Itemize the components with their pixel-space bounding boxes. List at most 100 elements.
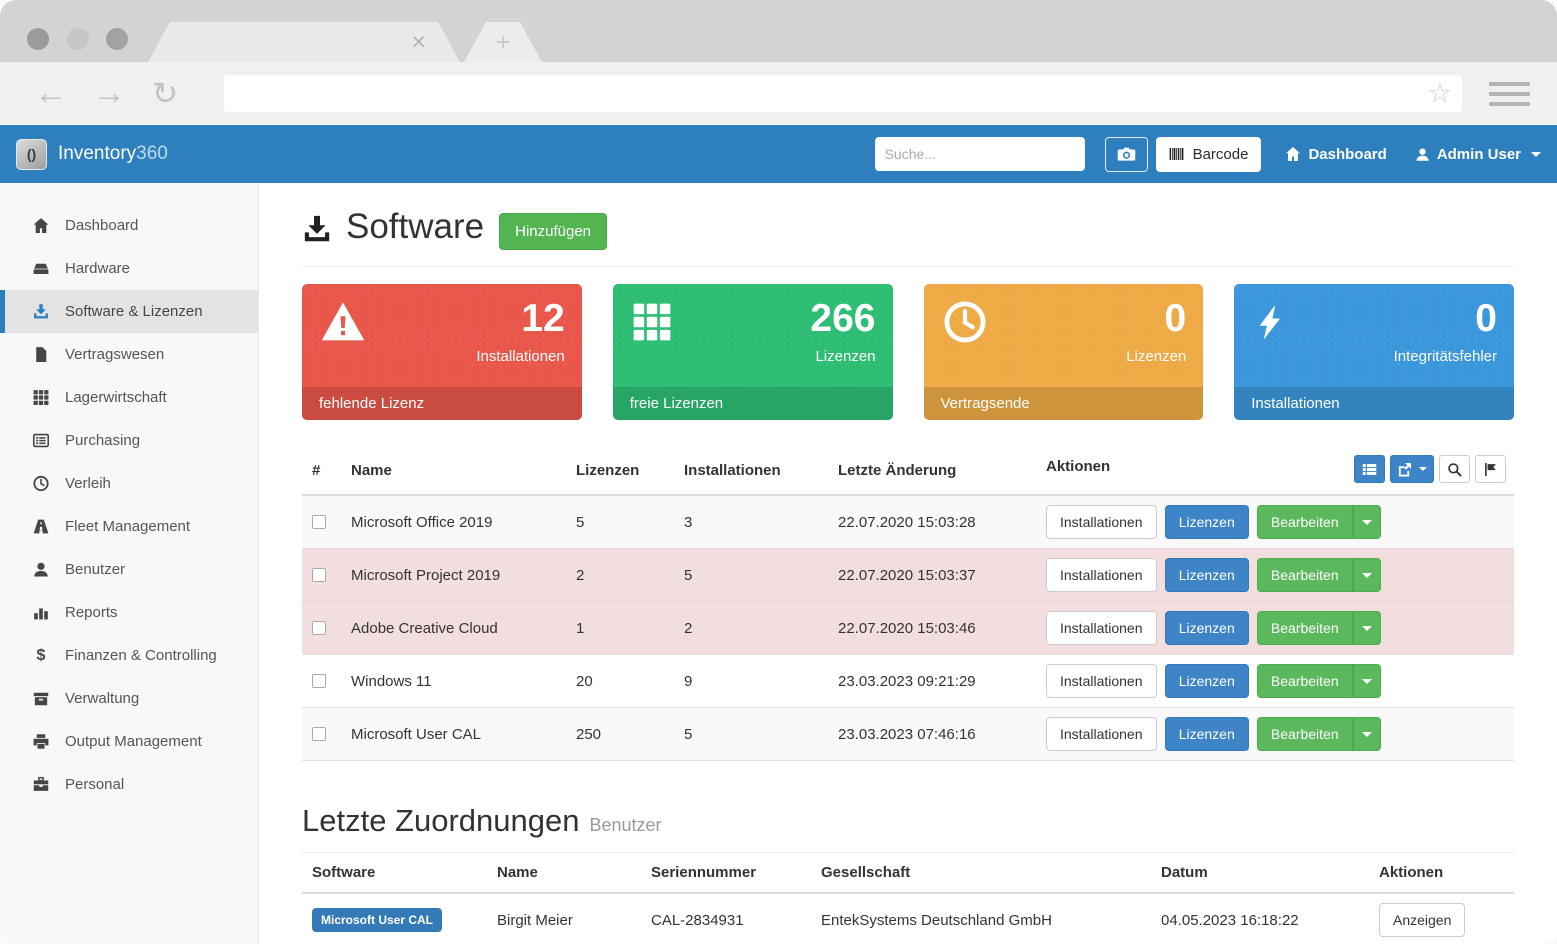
browser-new-tab-button[interactable]: + (464, 22, 542, 62)
bearbeiten-dropdown-toggle[interactable] (1353, 558, 1381, 592)
software-badge[interactable]: Microsoft User CAL (312, 908, 442, 932)
browser-tab-active[interactable]: × (148, 22, 460, 62)
stat-unit: Installationen (319, 348, 565, 365)
browser-menu-icon[interactable] (1489, 82, 1530, 112)
column-header-name[interactable]: Name (487, 853, 641, 893)
window-control-dot[interactable] (67, 28, 89, 50)
installationen-button[interactable]: Installationen (1046, 664, 1157, 698)
column-header-gesellschaft[interactable]: Gesellschaft (811, 853, 1151, 893)
lizenzen-button[interactable]: Lizenzen (1165, 664, 1249, 698)
table-search-button[interactable] (1439, 455, 1470, 483)
lizenzen-button[interactable]: Lizenzen (1165, 611, 1249, 645)
cell-seriennummer: CAL-2834931 (641, 893, 811, 944)
sidebar-item-vertragswesen[interactable]: Vertragswesen (0, 333, 258, 376)
lizenzen-button[interactable]: Lizenzen (1165, 505, 1249, 539)
dashboard-link-label: Dashboard (1308, 146, 1386, 163)
row-checkbox[interactable] (312, 674, 326, 688)
sidebar-item-dashboard[interactable]: Dashboard (0, 204, 258, 247)
reload-icon[interactable]: ↻ (152, 62, 178, 125)
lizenzen-button[interactable]: Lizenzen (1165, 717, 1249, 751)
brand-title[interactable]: Inventory360 (58, 143, 168, 165)
bearbeiten-dropdown-toggle[interactable] (1353, 611, 1381, 645)
stat-card-contract-end[interactable]: 0 Lizenzen Vertragsende (924, 284, 1204, 420)
bearbeiten-dropdown-toggle[interactable] (1353, 717, 1381, 751)
bearbeiten-button[interactable]: Bearbeiten (1257, 505, 1353, 539)
sidebar-item-label: Fleet Management (65, 518, 190, 535)
list-view-button[interactable] (1354, 455, 1385, 483)
clock-icon (942, 299, 988, 345)
window-control-dot[interactable] (106, 28, 128, 50)
bearbeiten-button-group: Bearbeiten (1257, 505, 1381, 539)
bearbeiten-button[interactable]: Bearbeiten (1257, 611, 1353, 645)
sidebar-item-personal[interactable]: Personal (0, 763, 258, 806)
add-software-button[interactable]: Hinzufügen (499, 213, 607, 250)
column-header-installationen[interactable]: Installationen (674, 447, 828, 495)
cell-installationen: 5 (674, 708, 828, 761)
bookmark-star-icon[interactable]: ☆ (1428, 80, 1452, 107)
navbar-dashboard-link[interactable]: Dashboard (1285, 146, 1386, 163)
lizenzen-button[interactable]: Lizenzen (1165, 558, 1249, 592)
url-bar[interactable]: ☆ (224, 75, 1462, 112)
sidebar-item-reports[interactable]: Reports (0, 591, 258, 634)
column-header-aktionen: Aktionen (1369, 853, 1514, 893)
road-icon (32, 518, 50, 535)
file-icon (32, 346, 50, 363)
search-icon (1447, 462, 1462, 477)
sidebar-item-verleih[interactable]: Verleih (0, 462, 258, 505)
column-header-letzte-aenderung[interactable]: Letzte Änderung (828, 447, 1036, 495)
bearbeiten-button[interactable]: Bearbeiten (1257, 664, 1353, 698)
sidebar-item-purchasing[interactable]: Purchasing (0, 419, 258, 462)
export-icon (1397, 462, 1412, 477)
table-row: Microsoft Office 2019 5 3 22.07.2020 15:… (302, 495, 1514, 549)
column-header-seriennummer[interactable]: Seriennummer (641, 853, 811, 893)
column-header-hash[interactable]: # (302, 447, 341, 495)
tab-close-icon[interactable]: × (411, 30, 426, 55)
table-toolbar (1354, 455, 1506, 483)
row-checkbox[interactable] (312, 621, 326, 635)
app-logo[interactable]: () (16, 139, 47, 170)
column-header-lizenzen[interactable]: Lizenzen (566, 447, 674, 495)
bearbeiten-button[interactable]: Bearbeiten (1257, 717, 1353, 751)
bearbeiten-dropdown-toggle[interactable] (1353, 664, 1381, 698)
bar-chart-icon (32, 604, 50, 621)
sidebar-item-software-lizenzen[interactable]: Software & Lizenzen (0, 290, 258, 333)
row-checkbox[interactable] (312, 568, 326, 582)
stat-card-integrity-errors[interactable]: 0 Integritätsfehler Installationen (1234, 284, 1514, 420)
anzeigen-button[interactable]: Anzeigen (1379, 903, 1465, 937)
sidebar-item-hardware[interactable]: Hardware (0, 247, 258, 290)
installationen-button[interactable]: Installationen (1046, 611, 1157, 645)
installationen-button[interactable]: Installationen (1046, 558, 1157, 592)
search-input[interactable] (875, 137, 1085, 171)
column-header-datum[interactable]: Datum (1151, 853, 1369, 893)
window-control-dot[interactable] (27, 28, 49, 50)
row-checkbox[interactable] (312, 727, 326, 741)
brand-name: Inventory (58, 143, 136, 164)
bearbeiten-dropdown-toggle[interactable] (1353, 505, 1381, 539)
sidebar-item-finanzen-controlling[interactable]: $Finanzen & Controlling (0, 634, 258, 677)
camera-scan-button[interactable] (1105, 137, 1148, 172)
sidebar-item-output-management[interactable]: Output Management (0, 720, 258, 763)
table-row: Microsoft Project 2019 2 5 22.07.2020 15… (302, 549, 1514, 602)
stat-card-missing-license[interactable]: 12 Installationen fehlende Lizenz (302, 284, 582, 420)
flag-button[interactable] (1475, 455, 1506, 483)
column-header-name[interactable]: Name (341, 447, 566, 495)
sidebar-item-verwaltung[interactable]: Verwaltung (0, 677, 258, 720)
download-icon (32, 303, 50, 320)
row-checkbox[interactable] (312, 515, 326, 529)
installationen-button[interactable]: Installationen (1046, 505, 1157, 539)
sidebar-item-label: Verwaltung (65, 690, 139, 707)
sidebar-item-benutzer[interactable]: Benutzer (0, 548, 258, 591)
forward-icon[interactable]: → (92, 62, 126, 125)
sidebar-item-lagerwirtschaft[interactable]: Lagerwirtschaft (0, 376, 258, 419)
sidebar-item-fleet-management[interactable]: Fleet Management (0, 505, 258, 548)
stat-card-free-licenses[interactable]: 266 Lizenzen freie Lizenzen (613, 284, 893, 420)
export-button[interactable] (1390, 455, 1434, 483)
table-row: Windows 11 20 9 23.03.2023 09:21:29 Inst… (302, 655, 1514, 708)
barcode-button[interactable]: Barcode (1156, 137, 1262, 172)
column-header-software[interactable]: Software (302, 853, 487, 893)
back-icon[interactable]: ← (34, 62, 68, 125)
installationen-button[interactable]: Installationen (1046, 717, 1157, 751)
bearbeiten-button[interactable]: Bearbeiten (1257, 558, 1353, 592)
user-menu[interactable]: Admin User (1415, 146, 1541, 163)
user-menu-label: Admin User (1437, 146, 1521, 163)
